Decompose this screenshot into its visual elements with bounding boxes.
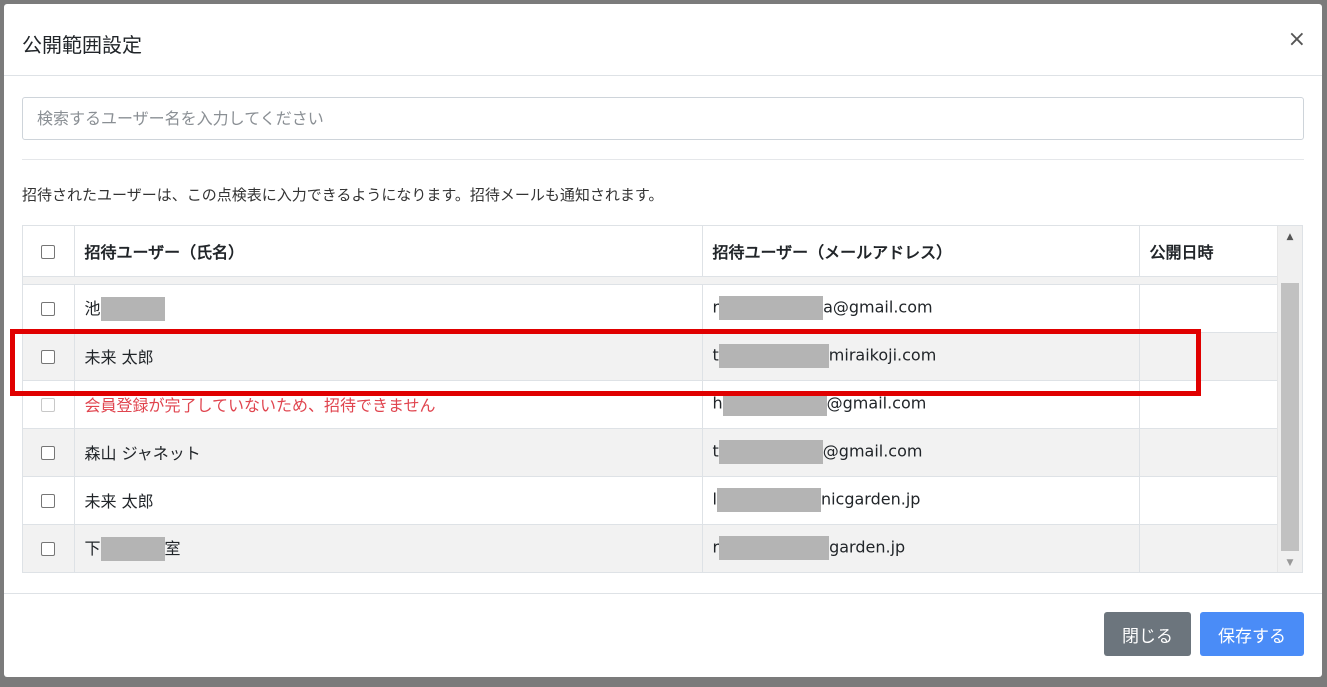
row-checkbox[interactable] — [41, 302, 56, 316]
email-suffix: garden.jp — [829, 537, 906, 557]
row-checkbox[interactable] — [41, 542, 56, 556]
user-name-cell: 森山 ジャネット — [74, 428, 703, 477]
user-email-cell: r garden.jp — [702, 524, 1140, 572]
redacted-block — [100, 537, 165, 562]
visibility-settings-modal: 公開範囲設定 × 招待されたユーザーは、この点検表に入力できるようになります。招… — [4, 4, 1322, 677]
table-header-row: 招待ユーザー（氏名） 招待ユーザー（メールアドレス） 公開日時 — [23, 226, 1279, 277]
user-email-cell: t miraikoji.com — [702, 332, 1140, 381]
user-email-cell: r a@gmail.com — [702, 284, 1140, 333]
row-checkbox[interactable] — [41, 446, 56, 460]
column-header-date[interactable]: 公開日時 — [1139, 226, 1279, 277]
publish-date-cell — [1139, 476, 1279, 525]
publish-date-cell — [1139, 332, 1279, 381]
select-all-cell — [23, 226, 75, 277]
user-table: 招待ユーザー（氏名） 招待ユーザー（メールアドレス） 公開日時 池 r a@gma… — [23, 226, 1279, 572]
table-row: 会員登録が完了していないため、招待できません h @gmail.com — [23, 380, 1279, 429]
row-checkbox[interactable] — [41, 350, 56, 364]
email-suffix: nicgarden.jp — [820, 489, 921, 509]
table-row[interactable]: 未来 太郎 t miraikoji.com — [23, 332, 1279, 381]
redacted-block — [719, 536, 830, 560]
email-prefix: r — [712, 537, 720, 557]
column-header-email[interactable]: 招待ユーザー（メールアドレス） — [702, 226, 1140, 277]
user-table-container: 招待ユーザー（氏名） 招待ユーザー（メールアドレス） 公開日時 池 r a@gma… — [22, 225, 1303, 573]
user-name-cell: 池 — [74, 284, 703, 333]
user-name-suffix: 室 — [164, 538, 181, 558]
row-checkbox-disabled — [41, 398, 56, 412]
scroll-up-arrow-icon[interactable]: ▲ — [1278, 232, 1302, 242]
scroll-down-arrow-icon[interactable]: ▼ — [1278, 558, 1302, 568]
footer-divider — [4, 593, 1322, 594]
close-icon[interactable]: × — [1288, 26, 1306, 54]
table-scrollbar[interactable]: ▲ ▼ — [1277, 226, 1302, 572]
user-name: 未来 太郎 — [84, 492, 154, 511]
close-button[interactable]: 閉じる — [1104, 612, 1191, 656]
user-name-cell: 未来 太郎 — [74, 332, 703, 381]
divider — [22, 159, 1304, 160]
user-name: 森山 ジャネット — [84, 444, 201, 463]
user-name-prefix: 下 — [84, 538, 101, 558]
email-prefix: r — [712, 297, 720, 317]
select-all-checkbox[interactable] — [41, 244, 56, 259]
email-suffix: @gmail.com — [826, 393, 927, 413]
user-search-input[interactable] — [22, 97, 1304, 140]
table-row[interactable]: 未来 太郎 l nicgarden.jp — [23, 476, 1279, 525]
user-email-cell: h @gmail.com — [702, 380, 1140, 429]
scrollbar-thumb[interactable] — [1281, 283, 1299, 551]
redacted-block — [716, 488, 821, 512]
table-spacer-row — [23, 276, 1278, 285]
user-name-cell: 会員登録が完了していないため、招待できません — [74, 380, 703, 429]
redacted-block — [100, 297, 165, 322]
email-suffix: @gmail.com — [822, 441, 923, 461]
table-row[interactable]: 森山 ジャネット t @gmail.com — [23, 428, 1279, 477]
redacted-block — [718, 440, 823, 464]
email-suffix: miraikoji.com — [828, 345, 937, 365]
row-checkbox[interactable] — [41, 494, 56, 508]
save-button[interactable]: 保存する — [1200, 612, 1304, 656]
publish-date-cell — [1139, 380, 1279, 429]
email-suffix: a@gmail.com — [823, 297, 933, 317]
table-row[interactable]: 下室 r garden.jp — [23, 524, 1279, 572]
user-name: 池 — [84, 298, 101, 318]
modal-title: 公開範囲設定 — [22, 33, 142, 57]
user-name-cell: 下室 — [74, 524, 703, 572]
table-row[interactable]: 池 r a@gmail.com — [23, 284, 1279, 333]
email-prefix: h — [712, 393, 723, 413]
invite-info-text: 招待されたユーザーは、この点検表に入力できるようになります。招待メールも通知され… — [22, 186, 664, 204]
redacted-block — [718, 344, 829, 368]
user-name: 未来 太郎 — [84, 348, 154, 367]
publish-date-cell — [1139, 428, 1279, 477]
user-email-cell: l nicgarden.jp — [702, 476, 1140, 525]
publish-date-cell — [1139, 524, 1279, 572]
registration-incomplete-message: 会員登録が完了していないため、招待できません — [84, 396, 436, 415]
redacted-block — [722, 392, 827, 416]
publish-date-cell — [1139, 284, 1279, 333]
column-header-name[interactable]: 招待ユーザー（氏名） — [74, 226, 703, 277]
user-email-cell: t @gmail.com — [702, 428, 1140, 477]
redacted-block — [719, 296, 824, 320]
user-name-cell: 未来 太郎 — [74, 476, 703, 525]
modal-header: 公開範囲設定 × — [4, 4, 1322, 76]
